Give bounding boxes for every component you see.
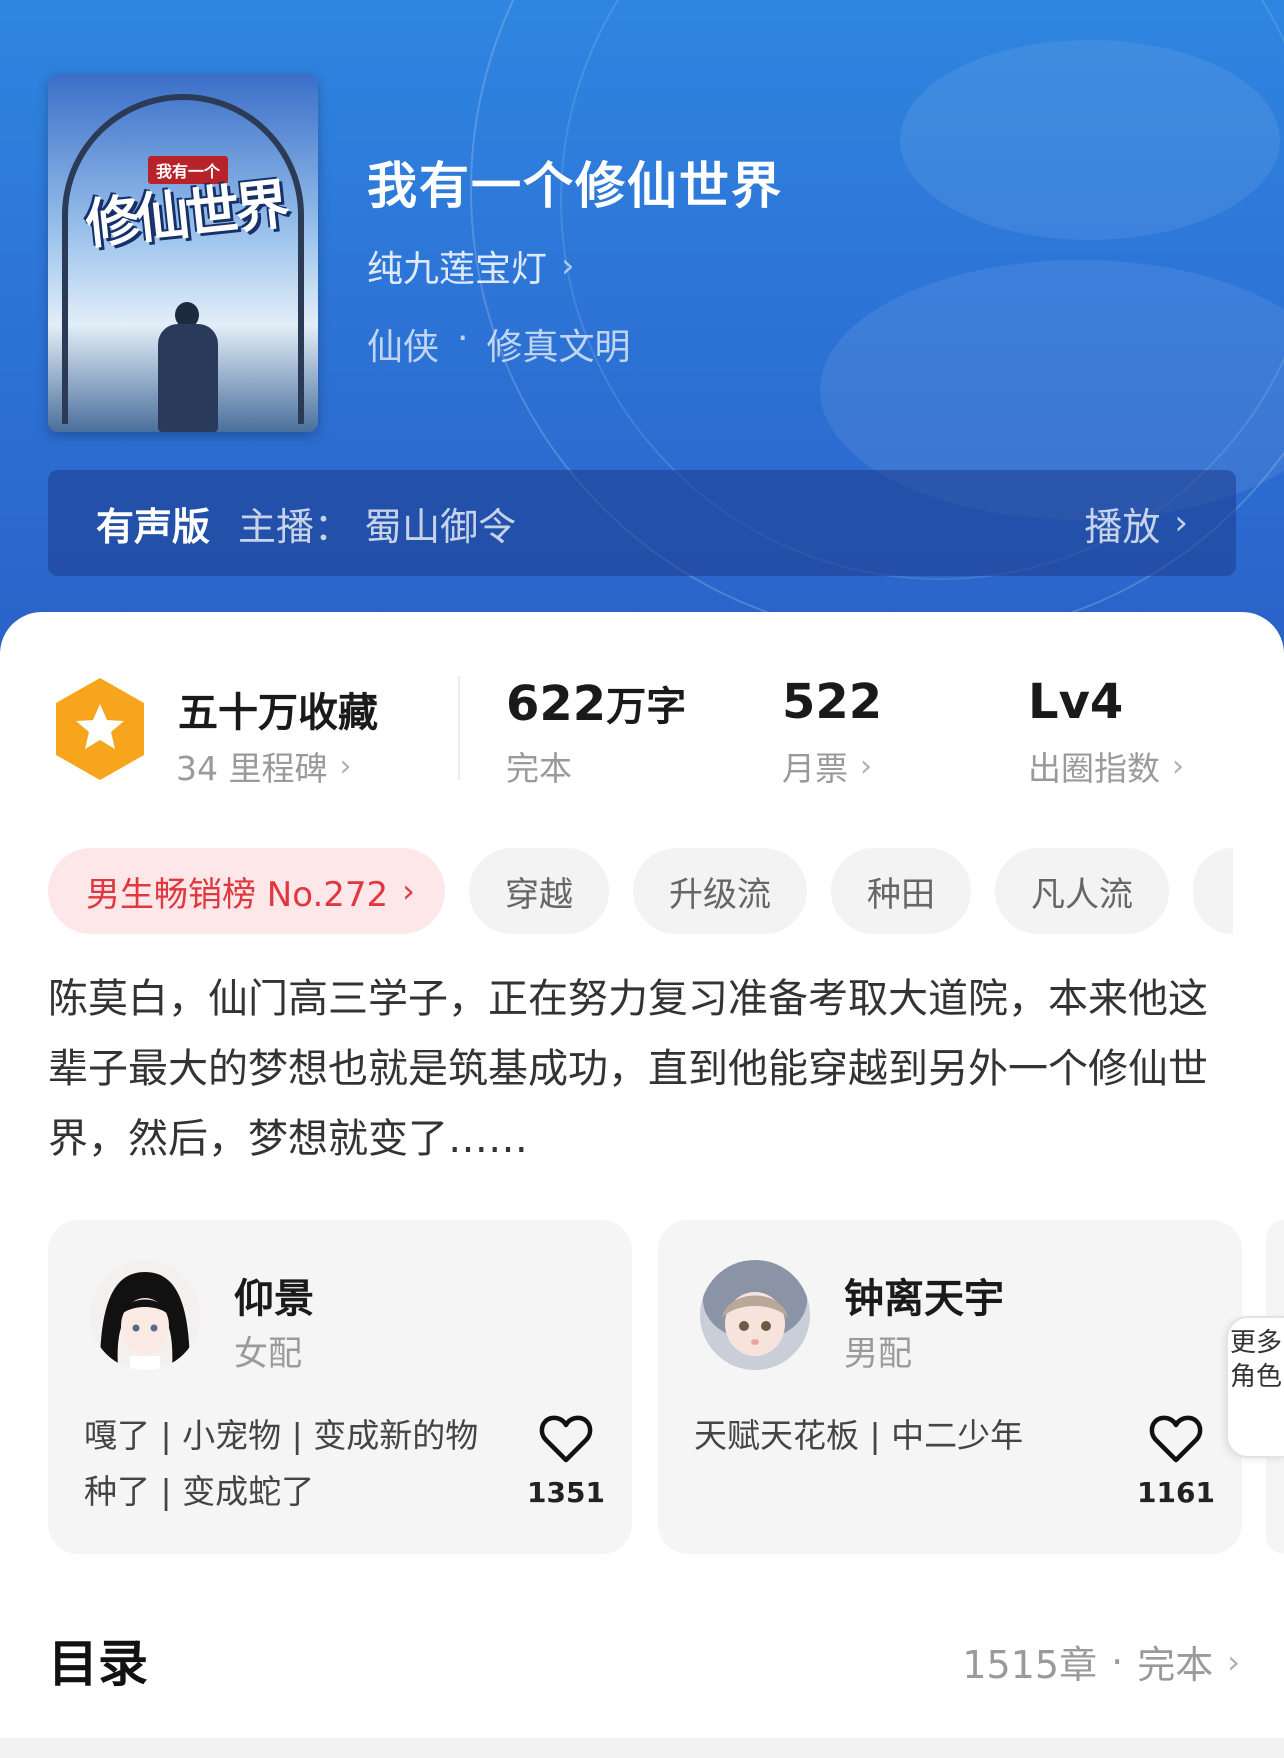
chevron-right-icon: › <box>339 748 352 784</box>
collect-title: 五十万收藏 <box>178 690 378 736</box>
hero-header: 我有一个 修仙世界 我有一个修仙世界 纯九莲宝灯 › 仙侠 · 修真文明 有声版… <box>0 0 1284 660</box>
bestseller-rank-tag[interactable]: 男生畅销榜 No.272 › <box>48 848 445 934</box>
author-link[interactable]: 纯九莲宝灯 › <box>367 240 575 292</box>
status-label: 完本 <box>506 749 572 788</box>
genre-subcategory: 修真文明 <box>486 327 631 368</box>
word-count-unit: 万字 <box>606 684 687 730</box>
book-cover[interactable]: 我有一个 修仙世界 <box>48 74 318 432</box>
decorative-cloud <box>900 40 1280 240</box>
character-role: 女配 <box>234 1334 302 1374</box>
genre-line: 仙侠 · 修真文明 <box>367 318 630 370</box>
book-description[interactable]: 陈莫白，仙门高三学子，正在努力复习准备考取大道院，本来他这辈子最大的梦想也就是筑… <box>48 964 1238 1174</box>
audio-version-bar[interactable]: 有声版 主播： 蜀山御令 播放 › <box>48 470 1236 576</box>
word-count: 622万字 <box>506 674 686 732</box>
word-count-number: 622 <box>506 676 607 732</box>
star-hexagon-icon <box>56 678 144 780</box>
avatar <box>90 1260 200 1370</box>
audio-host: 主播： 蜀山御令 <box>238 504 517 549</box>
popularity-level: Lv4 <box>1028 674 1123 730</box>
rank-label: 男生畅销榜 No.272 <box>86 874 389 915</box>
stat-divider <box>458 676 460 780</box>
genre-category: 仙侠 <box>367 327 440 368</box>
character-role: 男配 <box>844 1334 912 1374</box>
genre-separator: · <box>457 318 469 359</box>
character-traits: 嘎了 | 小宠物 | 变成新的物种了 | 变成蛇了 <box>84 1416 479 1511</box>
play-label: 播放 <box>1084 504 1161 549</box>
audio-label: 有声版 <box>96 504 211 549</box>
tag-item[interactable]: 升级流 <box>632 848 807 934</box>
toc-link[interactable]: 1515章 · 完本 › <box>962 1634 1240 1689</box>
chevron-right-icon: › <box>1174 503 1188 543</box>
chevron-right-icon: › <box>402 872 415 910</box>
tag-list: 男生畅销榜 No.272 › 穿越 升级流 种田 凡人流 <box>48 848 1233 934</box>
popularity-index-link[interactable]: 出圈指数 › <box>1028 742 1184 790</box>
like-count: 1161 <box>1137 1476 1215 1509</box>
avatar <box>700 1260 810 1370</box>
book-detail-card: 五十万收藏 34 里程碑 › 622万字 完本 522 月票 › Lv4 出圈指… <box>0 612 1284 1758</box>
section-divider <box>0 1738 1284 1758</box>
character-card[interactable]: 钟离天宇 男配 天赋天花板 | 中二少年 1161 <box>658 1220 1242 1554</box>
toc-title: 目录 <box>48 1635 148 1693</box>
milestone-link[interactable]: 34 里程碑 › <box>176 742 351 790</box>
more-roles-button[interactable]: 更多角色 <box>1226 1316 1284 1458</box>
like-count: 1351 <box>527 1476 605 1509</box>
character-card[interactable]: 仰景 女配 嘎了 | 小宠物 | 变成新的物种了 | 变成蛇了 1351 <box>48 1220 632 1554</box>
chevron-right-icon: › <box>860 748 872 784</box>
cover-figure <box>158 324 218 432</box>
character-traits: 天赋天花板 | 中二少年 <box>694 1416 1024 1455</box>
heart-icon[interactable] <box>538 1412 594 1464</box>
author-name: 纯九莲宝灯 <box>367 249 548 290</box>
popularity-level-value: Lv4 <box>1028 674 1124 730</box>
popularity-index-label: 出圈指数 <box>1028 749 1160 788</box>
chapter-count: 1515章 <box>962 1643 1098 1687</box>
monthly-tickets-label: 月票 <box>782 749 848 788</box>
tag-item[interactable]: 种田 <box>830 848 971 934</box>
play-button[interactable]: 播放 › <box>1084 496 1188 551</box>
tag-item-partial[interactable] <box>1192 848 1233 934</box>
chevron-right-icon: › <box>1227 1642 1240 1681</box>
tag-item[interactable]: 穿越 <box>468 848 609 934</box>
character-name: 仰景 <box>234 1276 314 1322</box>
toc-status: 完本 <box>1137 1643 1214 1687</box>
chevron-right-icon: › <box>561 246 575 286</box>
book-title: 我有一个修仙世界 <box>367 157 783 215</box>
tag-item[interactable]: 凡人流 <box>994 848 1169 934</box>
heart-icon[interactable] <box>1148 1412 1204 1464</box>
character-name: 钟离天宇 <box>844 1276 1004 1322</box>
milestone-label: 34 里程碑 <box>176 749 328 788</box>
toc-separator: · <box>1111 1639 1124 1684</box>
chevron-right-icon: › <box>1172 748 1184 784</box>
monthly-tickets: 522 <box>782 674 882 730</box>
monthly-tickets-link[interactable]: 月票 › <box>782 742 872 790</box>
monthly-tickets-number: 522 <box>782 674 883 730</box>
